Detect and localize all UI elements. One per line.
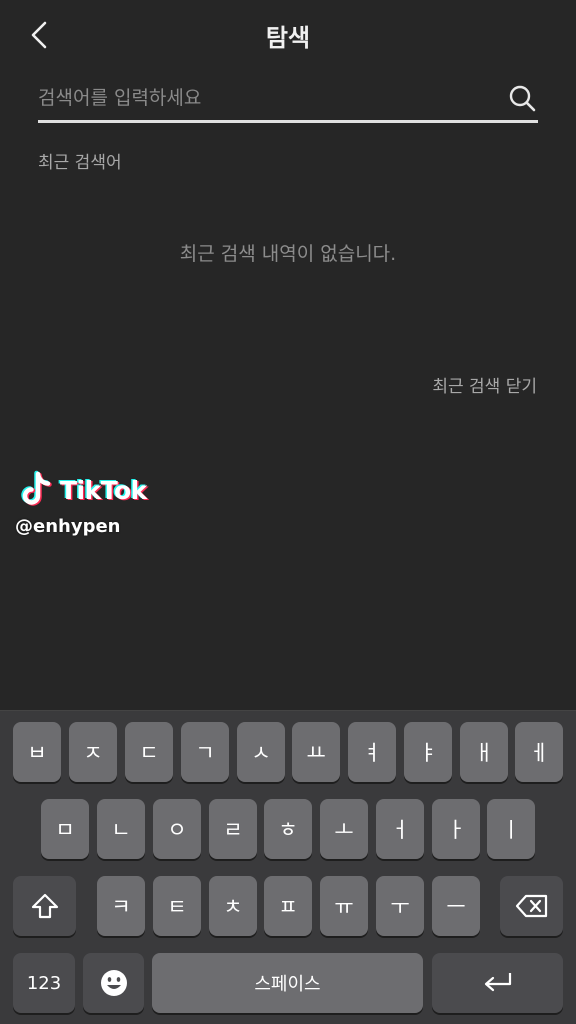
empty-recent-message: 최근 검색 내역이 없습니다.: [179, 243, 397, 265]
key-row1-9[interactable]: ㅐ: [460, 722, 508, 782]
key-row3-6[interactable]: ㅜ: [376, 876, 424, 936]
key-row1-3[interactable]: ㄷ: [125, 722, 173, 782]
delete-key[interactable]: [500, 876, 563, 936]
close-recent-button[interactable]: 최근 검색 닫기: [432, 372, 537, 397]
key-row1-1[interactable]: ㅂ: [13, 722, 61, 782]
key-row2-2[interactable]: ㄴ: [97, 799, 145, 859]
key-row3-5[interactable]: ㅠ: [320, 876, 368, 936]
tiktok-note-icon: [21, 470, 52, 506]
search-screen: 탐색 최근 검색어 최근 검색 내역이 없습니다. 최근 검색 닫기 TikTo…: [0, 0, 576, 1024]
key-row1-7[interactable]: ㅕ: [348, 722, 396, 782]
page-title: 탐색: [265, 24, 311, 52]
numbers-key-label: 123: [26, 972, 62, 994]
tiktok-logo: TikTok: [18, 470, 147, 510]
space-key[interactable]: 스페이스: [152, 953, 423, 1013]
key-row1-4[interactable]: ㄱ: [181, 722, 229, 782]
key-row2-4[interactable]: ㄹ: [209, 799, 257, 859]
key-row1-8[interactable]: ㅑ: [404, 722, 452, 782]
tiktok-wordmark: TikTok: [60, 475, 147, 505]
key-row1-2[interactable]: ㅈ: [69, 722, 117, 782]
key-row2-8[interactable]: ㅏ: [432, 799, 480, 859]
search-icon[interactable]: [508, 84, 536, 112]
numbers-key[interactable]: 123: [13, 953, 75, 1013]
key-row3-7[interactable]: ㅡ: [432, 876, 480, 936]
tiktok-handle: @enhypen: [15, 516, 121, 537]
keyboard: ㅂ ㅈ ㄷ ㄱ ㅅ ㅛ ㅕ ㅑ ㅐ ㅔ ㅁ ㄴ ㅇ ㄹ ㅎ ㅗ ㅓ ㅏ ㅣ ㅋ …: [0, 710, 576, 1024]
emoji-icon: [100, 970, 127, 996]
key-row3-3[interactable]: ㅊ: [209, 876, 257, 936]
shift-key[interactable]: [13, 876, 76, 936]
key-row1-10[interactable]: ㅔ: [515, 722, 563, 782]
key-row3-4[interactable]: ㅍ: [264, 876, 312, 936]
search-bar: [38, 78, 538, 124]
key-row2-1[interactable]: ㅁ: [41, 799, 89, 859]
recent-searches-label: 최근 검색어: [38, 153, 122, 173]
key-row2-6[interactable]: ㅗ: [320, 799, 368, 859]
header: 탐색: [0, 0, 576, 70]
key-row2-3[interactable]: ㅇ: [153, 799, 201, 859]
key-row2-7[interactable]: ㅓ: [376, 799, 424, 859]
backspace-icon: [515, 894, 547, 918]
key-row1-5[interactable]: ㅅ: [237, 722, 285, 782]
shift-icon: [31, 893, 58, 919]
key-row3-2[interactable]: ㅌ: [153, 876, 201, 936]
key-row1-6[interactable]: ㅛ: [292, 722, 340, 782]
key-row2-5[interactable]: ㅎ: [264, 799, 312, 859]
emoji-key[interactable]: [83, 953, 144, 1013]
key-row2-9[interactable]: ㅣ: [487, 799, 535, 859]
search-underline: [38, 120, 538, 123]
return-key[interactable]: [432, 953, 563, 1013]
return-icon: [484, 973, 511, 992]
search-input[interactable]: [38, 78, 498, 118]
key-row3-1[interactable]: ㅋ: [97, 876, 145, 936]
space-key-label: 스페이스: [254, 974, 321, 995]
